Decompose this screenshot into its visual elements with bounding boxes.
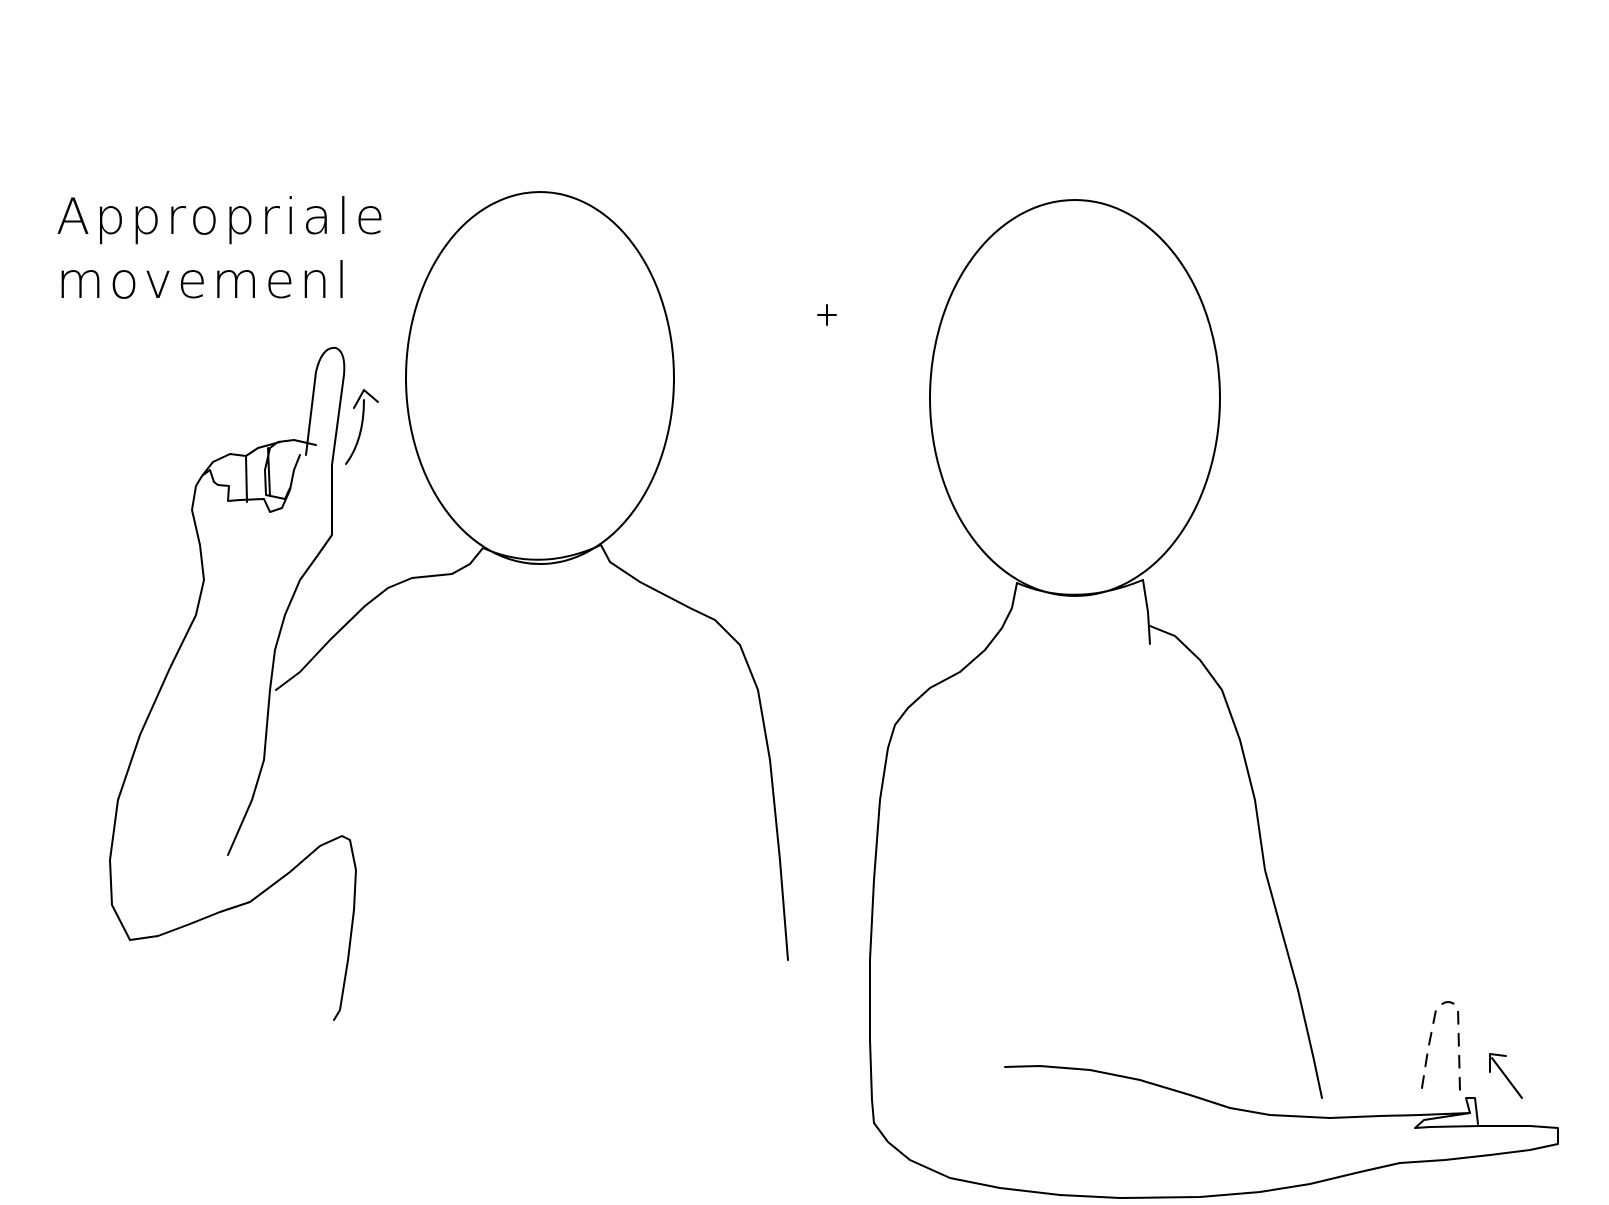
right-forearm-upper bbox=[1004, 1065, 1471, 1119]
sketch-svg bbox=[109, 191, 1559, 1199]
right-neck-right bbox=[1142, 579, 1151, 645]
caption-line-1: Appropriale bbox=[56, 188, 390, 246]
plus-sign bbox=[817, 304, 837, 326]
right-chin bbox=[1016, 579, 1144, 596]
left-hand-outline bbox=[109, 454, 301, 941]
drawing-canvas bbox=[0, 0, 1609, 1200]
movement-arrow bbox=[345, 389, 379, 465]
left-chin bbox=[482, 544, 602, 561]
left-neck-right bbox=[600, 544, 789, 961]
left-folded-finger-lines bbox=[245, 441, 281, 503]
right-thumb bbox=[1465, 1097, 1479, 1125]
caption-line-2: movemenl bbox=[56, 252, 353, 310]
left-hand-back bbox=[227, 464, 333, 856]
right-figure bbox=[869, 199, 1559, 1199]
movement-caption: Appropriale movemenl bbox=[56, 185, 389, 313]
right-neck-left bbox=[869, 582, 1018, 1124]
right-head bbox=[929, 199, 1221, 597]
left-figure bbox=[109, 191, 789, 1021]
left-wrist bbox=[201, 453, 247, 477]
right-shoulder bbox=[1149, 625, 1323, 1099]
left-forearm-lower bbox=[129, 835, 357, 1021]
right-forearm-lower bbox=[873, 1112, 1559, 1199]
upward-arrow bbox=[1489, 1053, 1523, 1099]
dashed-trace bbox=[1421, 1001, 1461, 1091]
left-pointing-finger bbox=[305, 346, 346, 466]
left-head bbox=[405, 191, 675, 565]
